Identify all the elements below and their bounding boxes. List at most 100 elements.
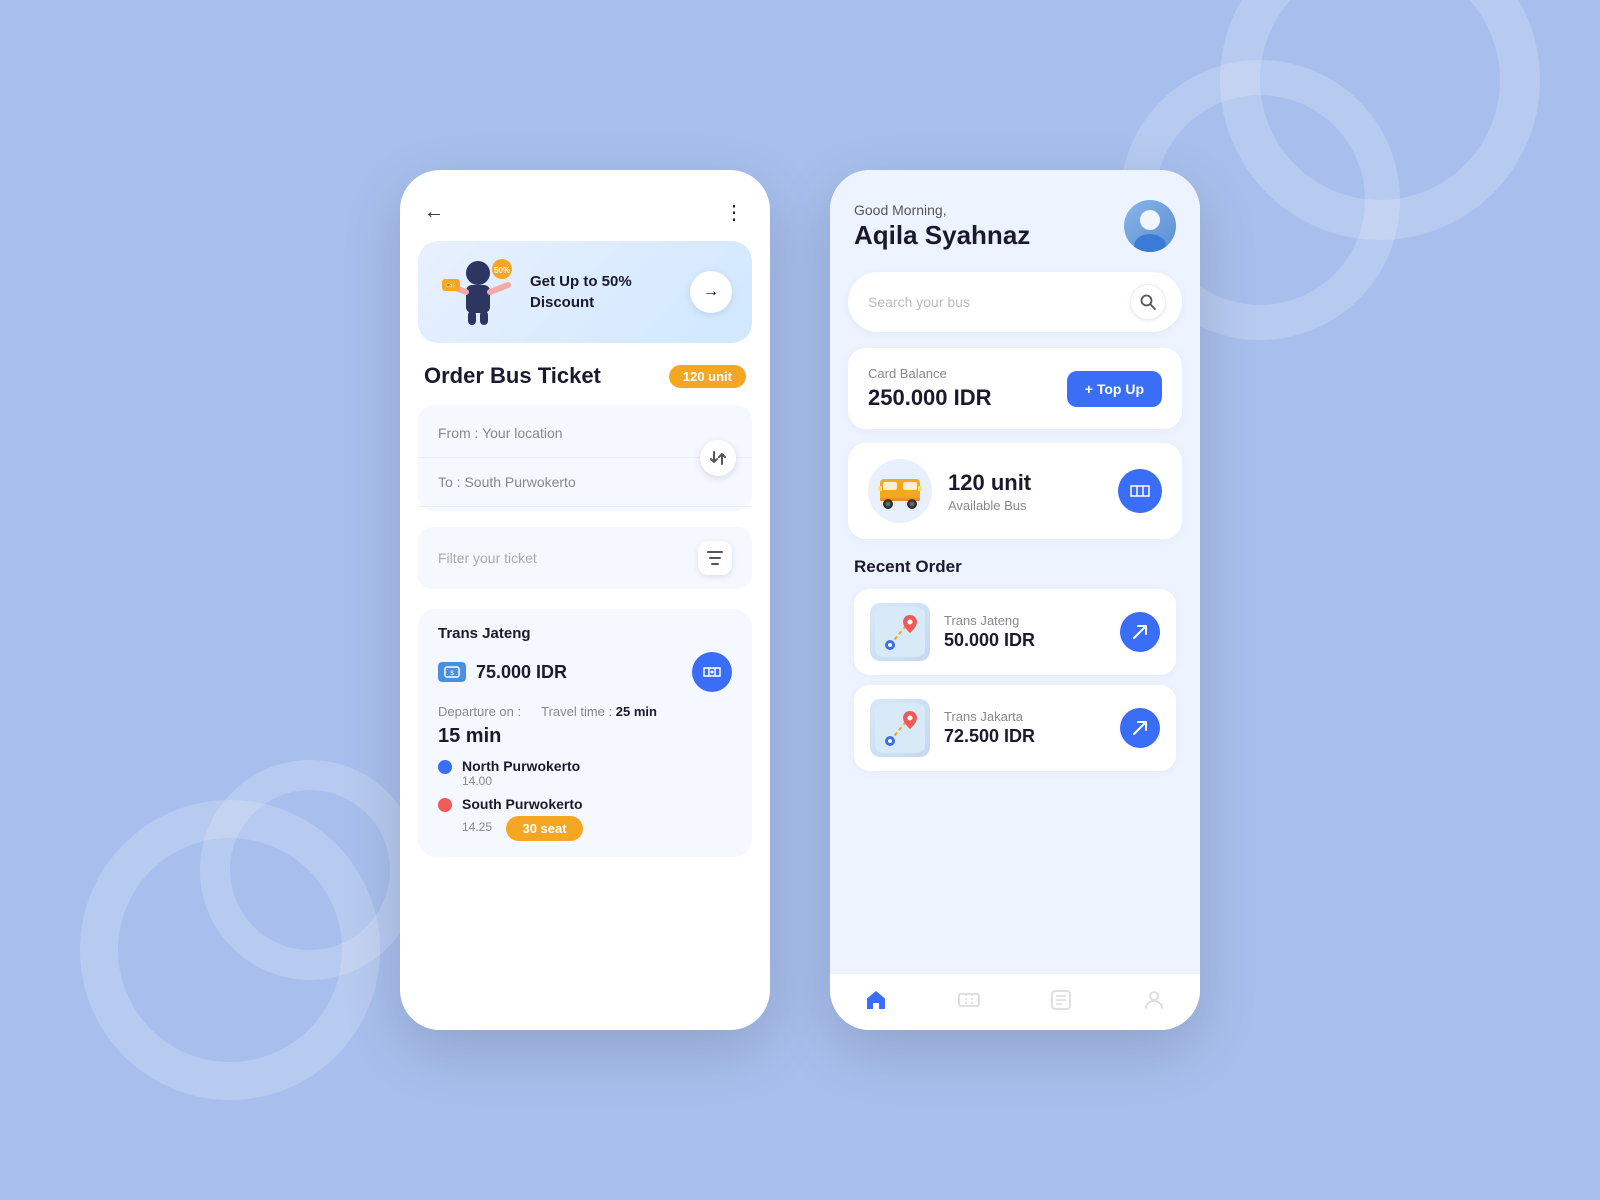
money-svg: $: [444, 666, 460, 678]
recent-orders-section: Recent Order: [830, 553, 1200, 793]
bg-decoration-4: [200, 760, 420, 980]
stop-to: South Purwokerto 14.25 30 seat: [438, 796, 732, 841]
phone1-header: ← ⋮: [400, 190, 770, 241]
promo-illustration: 50% 🎫: [438, 257, 518, 327]
ticket-company-name: Trans Jateng: [438, 625, 732, 642]
bus-icon-circle: [868, 459, 932, 523]
svg-text:$: $: [450, 671, 454, 677]
order-company-2: Trans Jakarta: [944, 709, 1106, 724]
order-price-2: 72.500 IDR: [944, 726, 1106, 747]
phones-container: ← ⋮: [400, 170, 1200, 1030]
phone2-header: Good Morning, Aqila Syahnaz: [830, 170, 1200, 272]
ticket-nav-icon: [957, 988, 981, 1012]
nav-item-home[interactable]: [864, 988, 888, 1012]
bus-unit-info: 120 unit Available Bus: [948, 470, 1031, 513]
promo-banner: 50% 🎫 Get Up to 50% Discount →: [418, 241, 752, 343]
greeting-text: Good Morning,: [854, 202, 1030, 218]
balance-amount: 250.000 IDR: [868, 385, 992, 411]
bus-svg-icon: [877, 473, 923, 509]
filter-placeholder: Filter your ticket: [438, 550, 537, 566]
money-icon: $: [438, 662, 466, 682]
navigate-icon-2: [1132, 720, 1148, 736]
order-navigate-button-1[interactable]: [1120, 612, 1160, 652]
order-map-thumb-2: [870, 699, 930, 757]
search-button[interactable]: [1130, 284, 1166, 320]
order-navigate-button-2[interactable]: [1120, 708, 1160, 748]
route-stops: North Purwokerto 14.00 South Purwokerto …: [438, 758, 732, 841]
nav-item-ticket[interactable]: [957, 988, 981, 1012]
stop-name-from: North Purwokerto: [462, 758, 580, 774]
topup-button[interactable]: + Top Up: [1067, 371, 1162, 407]
history-icon: [1049, 988, 1073, 1012]
seat-count-badge: 30 seat: [506, 816, 582, 841]
filter-button[interactable]: [698, 541, 732, 575]
greeting-block: Good Morning, Aqila Syahnaz: [854, 202, 1030, 251]
view-tickets-button[interactable]: [1118, 469, 1162, 513]
promo-text: Get Up to 50% Discount: [530, 271, 678, 313]
bottom-navigation: [830, 973, 1200, 1030]
swap-icon: [709, 449, 727, 467]
user-avatar[interactable]: [1124, 200, 1176, 252]
swap-locations-button[interactable]: [700, 440, 736, 476]
svg-text:50%: 50%: [494, 266, 510, 275]
ticket-time-info: Departure on : Travel time : 25 min: [438, 704, 732, 719]
balance-info: Card Balance 250.000 IDR: [868, 366, 992, 411]
stop-time-to: 14.25: [462, 820, 492, 834]
order-section-title: Order Bus Ticket: [424, 363, 601, 389]
route-map-svg-1: [875, 607, 925, 657]
stop-info-to: South Purwokerto 14.25 30 seat: [462, 796, 583, 841]
order-map-thumb-1: [870, 603, 930, 661]
profile-icon: [1142, 988, 1166, 1012]
promo-person-svg: 50% 🎫: [438, 257, 518, 327]
unit-count-badge: 120 unit: [669, 365, 746, 388]
filter-icon: [707, 551, 723, 565]
filter-row: Filter your ticket: [418, 527, 752, 589]
route-map-svg-2: [875, 703, 925, 753]
promo-arrow-button[interactable]: →: [690, 271, 732, 313]
stop-name-to: South Purwokerto: [462, 796, 583, 812]
arrow-right-icon: →: [703, 283, 719, 301]
tickets-icon: [1129, 482, 1151, 500]
ticket-icon: [702, 664, 722, 680]
departure-label: Departure on :: [438, 704, 521, 719]
stop-time-from: 14.00: [462, 774, 580, 788]
travel-time: Travel time : 25 min: [541, 704, 657, 719]
bus-unit-count: 120 unit: [948, 470, 1031, 496]
ticket-price-left: $ 75.000 IDR: [438, 662, 567, 683]
more-menu-button[interactable]: ⋮: [724, 200, 746, 225]
home-icon: [864, 988, 888, 1012]
search-placeholder-text: Search your bus: [868, 294, 970, 310]
bus-availability-card: 120 unit Available Bus: [848, 443, 1182, 539]
order-card-1[interactable]: Trans Jateng 50.000 IDR: [854, 589, 1176, 675]
bus-card-left: 120 unit Available Bus: [868, 459, 1031, 523]
order-card-2[interactable]: Trans Jakarta 72.500 IDR: [854, 685, 1176, 771]
avatar-svg: [1128, 204, 1172, 252]
nav-item-history[interactable]: [1049, 988, 1073, 1012]
stop-dot-from: [438, 760, 452, 774]
back-button[interactable]: ←: [424, 201, 444, 224]
nav-item-profile[interactable]: [1142, 988, 1166, 1012]
order-company-1: Trans Jateng: [944, 613, 1106, 628]
stop-dot-to: [438, 798, 452, 812]
depart-time-value: 15 min: [438, 725, 732, 748]
bus-unit-label: Available Bus: [948, 498, 1031, 513]
stop-from: North Purwokerto 14.00: [438, 758, 732, 788]
ticket-price-value: 75.000 IDR: [476, 662, 567, 683]
search-bar: Search your bus: [848, 272, 1182, 332]
search-icon: [1140, 294, 1156, 310]
svg-text:🎫: 🎫: [446, 281, 456, 290]
phone-home: Good Morning, Aqila Syahnaz Search your …: [830, 170, 1200, 1030]
stop-info-from: North Purwokerto 14.00: [462, 758, 580, 788]
order-price-1: 50.000 IDR: [944, 630, 1106, 651]
section-title-row: Order Bus Ticket 120 unit: [400, 363, 770, 405]
ticket-price-row: $ 75.000 IDR: [438, 652, 732, 692]
navigate-icon-1: [1132, 624, 1148, 640]
balance-label: Card Balance: [868, 366, 992, 381]
recent-orders-title: Recent Order: [854, 557, 1176, 577]
phone-order: ← ⋮: [400, 170, 770, 1030]
ticket-result-card: Trans Jateng $ 75.000 IDR: [418, 609, 752, 857]
book-ticket-button[interactable]: [692, 652, 732, 692]
location-fields-container: From : Your location To : South Purwoker…: [418, 405, 752, 511]
order-info-1: Trans Jateng 50.000 IDR: [944, 613, 1106, 651]
balance-card: Card Balance 250.000 IDR + Top Up: [848, 348, 1182, 429]
